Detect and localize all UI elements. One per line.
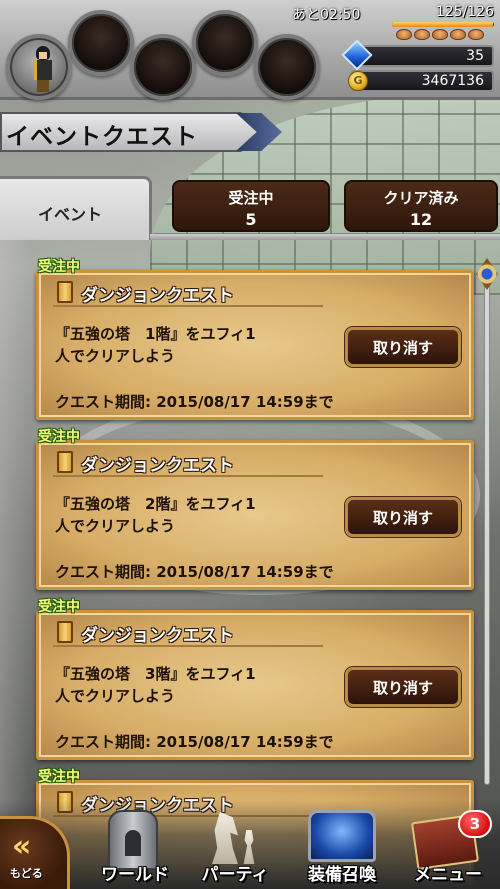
stamina-bar <box>392 22 494 27</box>
tab-cleared-label: クリア済み <box>383 189 459 207</box>
party-slot-empty[interactable] <box>254 34 320 100</box>
quest-description-line: 人でクリアしよう <box>55 347 176 365</box>
quest-period: クエスト期間: 2015/08/17 14:59まで <box>55 733 334 751</box>
gil-counter[interactable]: G 3467136 <box>348 70 494 92</box>
tab-event[interactable]: イベント <box>0 176 152 240</box>
stamina-timer: あと02:50 <box>292 7 361 23</box>
quest-status-tag: 受注中 <box>38 429 80 445</box>
tab-cleared[interactable]: クリア済み 12 <box>344 180 498 232</box>
quest-description-line: 『五強の塔 3階』をユフィ1 <box>55 665 256 683</box>
quest-description: 『五強の塔 1階』をユフィ1 人でクリアしよう <box>55 323 335 367</box>
gem-counter[interactable]: 35 <box>341 39 494 71</box>
orb-indicators <box>396 29 484 40</box>
page-title: イベントクエスト <box>6 124 198 150</box>
tab-accepted-label: 受注中 <box>228 189 274 207</box>
tab-accepted-count: 5 <box>245 210 257 229</box>
tab-event-label: イベント <box>38 205 103 224</box>
quest-type-label: ダンジョンクエスト <box>81 286 234 306</box>
treasure-chest-icon <box>308 810 376 862</box>
orb-icon <box>396 29 412 40</box>
tab-cleared-count: 12 <box>409 210 433 229</box>
quest-description: 『五強の塔 2階』をユフィ1 人でクリアしよう <box>55 493 335 537</box>
party-slot-empty[interactable] <box>68 10 134 76</box>
nav-party[interactable]: パーティ <box>190 808 280 889</box>
quest-type-label: ダンジョンクエスト <box>81 626 234 646</box>
character-avatar <box>32 46 54 92</box>
cancel-quest-button[interactable]: 取り消す <box>345 497 461 537</box>
cancel-quest-button[interactable]: 取り消す <box>345 327 461 367</box>
orb-icon <box>432 29 448 40</box>
gem-icon <box>341 39 373 71</box>
quest-type-header: ダンジョンクエスト <box>53 449 323 477</box>
nav-world-label: ワールド <box>101 865 169 885</box>
nav-party-label: パーティ <box>201 865 269 885</box>
top-status-bar: あと02:50 125/126 35 G 3467136 <box>0 0 500 100</box>
orb-icon <box>468 29 484 40</box>
party-slot-leader[interactable] <box>6 34 72 100</box>
tab-bar: イベント 受注中 5 クリア済み 12 <box>0 172 500 240</box>
orb-icon <box>450 29 466 40</box>
quest-description-line: 人でクリアしよう <box>55 687 176 705</box>
scrollbar-track[interactable] <box>484 270 490 785</box>
quest-status-tag: 受注中 <box>38 599 80 615</box>
quest-type-header: ダンジョンクエスト <box>53 619 323 647</box>
double-chevron-left-icon: « <box>12 829 32 864</box>
nav-summon-label: 装備召喚 <box>308 865 376 885</box>
quest-card: ダンジョンクエスト 『五強の塔 3階』をユフィ1 人でクリアしよう 取り消す ク… <box>36 610 474 760</box>
stamina-value: 125/126 <box>435 4 494 20</box>
gil-count: 3467136 <box>421 73 484 89</box>
tab-accepted[interactable]: 受注中 5 <box>172 180 330 232</box>
stamina-bar-fill <box>392 22 493 27</box>
dungeon-door-icon <box>57 281 73 303</box>
quest-description-line: 人でクリアしよう <box>55 517 176 535</box>
gem-count: 35 <box>466 48 484 64</box>
quest-card: ダンジョンクエスト 『五強の塔 1階』をユフィ1 人でクリアしよう 取り消す ク… <box>36 270 474 420</box>
dungeon-door-icon <box>57 621 73 643</box>
quest-item[interactable]: 受注中 ダンジョンクエスト 『五強の塔 3階』をユフィ1 人でクリアしよう 取り… <box>36 596 474 760</box>
back-label: もどる <box>10 867 43 880</box>
quest-period: クエスト期間: 2015/08/17 14:59まで <box>55 393 334 411</box>
quest-description: 『五強の塔 3階』をユフィ1 人でクリアしよう <box>55 663 335 707</box>
gil-coin-icon: G <box>348 71 368 91</box>
nav-menu-label: メニュー <box>414 865 482 885</box>
nav-world[interactable]: ワールド <box>90 808 180 889</box>
quest-card: ダンジョンクエスト 『五強の塔 2階』をユフィ1 人でクリアしよう 取り消す ク… <box>36 440 474 590</box>
notification-badge: 3 <box>458 810 492 838</box>
quest-description-line: 『五強の塔 1階』をユフィ1 <box>55 325 256 343</box>
quest-period: クエスト期間: 2015/08/17 14:59まで <box>55 563 334 581</box>
quest-item[interactable]: 受注中 ダンジョンクエスト 『五強の塔 2階』をユフィ1 人でクリアしよう 取り… <box>36 426 474 590</box>
cancel-quest-button[interactable]: 取り消す <box>345 667 461 707</box>
quest-type-label: ダンジョンクエスト <box>81 456 234 476</box>
orb-icon <box>414 29 430 40</box>
party-slot-empty[interactable] <box>130 34 196 100</box>
party-slot-empty[interactable] <box>192 10 258 76</box>
nav-equipment-summon[interactable]: 装備召喚 <box>292 808 392 889</box>
quest-item[interactable]: 受注中 ダンジョンクエスト 『五強の塔 1階』をユフィ1 人でクリアしよう 取り… <box>36 256 474 420</box>
quest-status-tag: 受注中 <box>38 769 80 785</box>
dungeon-door-icon <box>57 451 73 473</box>
quest-type-header: ダンジョンクエスト <box>53 279 323 307</box>
quest-status-tag: 受注中 <box>38 259 80 275</box>
quest-description-line: 『五強の塔 2階』をユフィ1 <box>55 495 256 513</box>
